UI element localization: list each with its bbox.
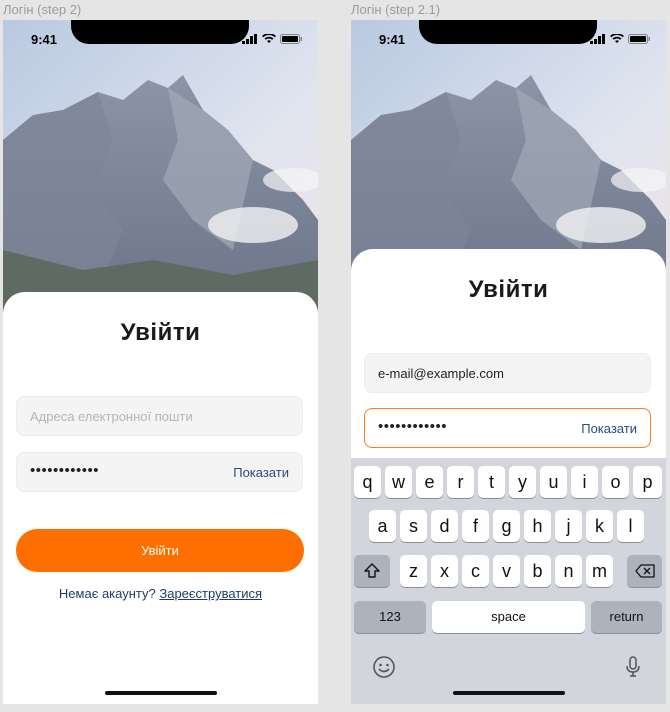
key-q[interactable]: q	[354, 466, 381, 498]
key-r[interactable]: r	[447, 466, 474, 498]
login-sheet: Увійти Адреса електронної пошти ••••••••…	[3, 292, 318, 704]
numbers-key[interactable]: 123	[354, 601, 426, 633]
frame-label-step-2: Логін (step 2)	[3, 2, 82, 17]
show-password-button[interactable]: Показати	[233, 465, 289, 480]
key-b[interactable]: b	[524, 555, 551, 587]
register-link[interactable]: Зареєструватися	[159, 586, 262, 601]
key-w[interactable]: w	[385, 466, 412, 498]
battery-icon	[280, 34, 302, 44]
phone-screen-login-keyboard: 9:41 Увійти e-mail@example.com •••••••••…	[351, 20, 666, 704]
key-d[interactable]: d	[431, 510, 458, 542]
email-field[interactable]: e-mail@example.com	[364, 353, 651, 393]
password-value: ••••••••••••	[378, 418, 448, 435]
key-m[interactable]: m	[586, 555, 613, 587]
key-o[interactable]: o	[602, 466, 629, 498]
page-title: Увійти	[120, 319, 201, 346]
password-value: ••••••••••••	[30, 462, 100, 479]
home-indicator	[105, 691, 217, 695]
frame-label-step-2-1: Логін (step 2.1)	[351, 2, 441, 17]
key-g[interactable]: g	[493, 510, 520, 542]
wifi-icon	[262, 34, 276, 43]
key-i[interactable]: i	[571, 466, 598, 498]
signup-prompt: Немає акаунту? Зареєструватися	[3, 586, 318, 601]
key-j[interactable]: j	[555, 510, 582, 542]
email-value: e-mail@example.com	[378, 366, 504, 381]
status-bar: 9:41	[3, 20, 318, 64]
login-button[interactable]: Увійти	[16, 529, 304, 572]
email-placeholder: Адреса електронної пошти	[30, 409, 193, 424]
key-c[interactable]: c	[462, 555, 489, 587]
signal-icon	[242, 34, 257, 44]
key-x[interactable]: x	[431, 555, 458, 587]
key-h[interactable]: h	[524, 510, 551, 542]
backspace-key[interactable]	[627, 555, 662, 587]
backspace-icon	[634, 564, 655, 578]
key-e[interactable]: e	[416, 466, 443, 498]
page-title: Увійти	[468, 276, 549, 303]
key-y[interactable]: y	[509, 466, 536, 498]
status-time: 9:41	[379, 32, 406, 47]
email-field[interactable]: Адреса електронної пошти	[16, 396, 303, 436]
key-a[interactable]: a	[369, 510, 396, 542]
battery-icon	[628, 34, 650, 44]
wifi-icon	[610, 34, 624, 43]
microphone-icon[interactable]	[625, 655, 641, 679]
show-password-button[interactable]: Показати	[581, 421, 637, 436]
key-v[interactable]: v	[493, 555, 520, 587]
device-notch	[71, 20, 249, 44]
key-u[interactable]: u	[540, 466, 567, 498]
onscreen-keyboard: q w e r t y u i o p a s d f g h j k l z …	[351, 458, 666, 704]
status-time: 9:41	[31, 32, 58, 47]
emoji-icon[interactable]	[372, 655, 396, 679]
password-field[interactable]: •••••••••••• Показати	[364, 408, 651, 448]
status-bar: 9:41	[351, 20, 666, 64]
mountain-background-image	[3, 20, 318, 320]
key-s[interactable]: s	[400, 510, 427, 542]
device-notch	[419, 20, 597, 44]
signal-icon	[590, 34, 605, 44]
home-indicator	[453, 691, 565, 695]
key-t[interactable]: t	[478, 466, 505, 498]
key-p[interactable]: p	[633, 466, 662, 498]
return-key[interactable]: return	[591, 601, 662, 633]
key-k[interactable]: k	[586, 510, 613, 542]
key-l[interactable]: l	[617, 510, 644, 542]
password-field[interactable]: •••••••••••• Показати	[16, 452, 303, 492]
space-key[interactable]: space	[432, 601, 585, 633]
key-f[interactable]: f	[462, 510, 489, 542]
shift-icon	[364, 563, 380, 578]
shift-key[interactable]	[354, 555, 390, 587]
no-account-text: Немає акаунту?	[58, 586, 156, 601]
phone-screen-login: 9:41 Увійти Адреса електронної пошти •••…	[3, 20, 318, 704]
key-n[interactable]: n	[555, 555, 582, 587]
key-z[interactable]: z	[400, 555, 427, 587]
